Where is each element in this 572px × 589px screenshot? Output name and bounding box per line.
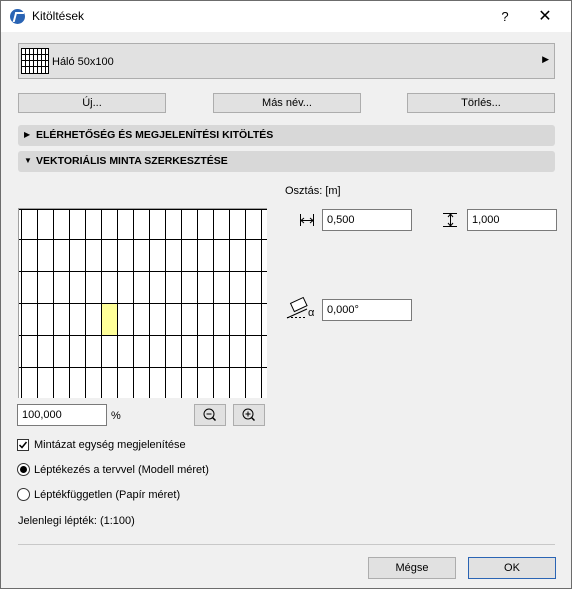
title-bar: Kitöltések ? ✕: [1, 1, 571, 32]
delete-button[interactable]: Törlés...: [407, 93, 555, 113]
horizontal-spacing-input[interactable]: 0,500: [322, 209, 412, 231]
zoom-out-icon: [203, 408, 217, 422]
pattern-unit-highlight: [102, 303, 118, 335]
spacing-label: Osztás: [m]: [285, 185, 341, 197]
scale-paper-radio[interactable]: [17, 488, 30, 501]
scale-model-radio[interactable]: [17, 463, 30, 476]
zoom-in-icon: [242, 408, 256, 422]
section-vector-pattern[interactable]: ▼ VEKTORIÁLIS MINTA SZERKESZTÉSE: [18, 151, 555, 172]
new-button[interactable]: Új...: [18, 93, 166, 113]
window-title: Kitöltések: [32, 9, 85, 23]
show-unit-label[interactable]: Mintázat egység megjelenítése: [34, 439, 186, 451]
checkmark-icon: [18, 441, 28, 449]
zoom-in-button[interactable]: [233, 404, 265, 426]
current-scale-text: Jelenlegi lépték: (1:100): [18, 515, 135, 527]
footer-divider: [18, 544, 555, 545]
zoom-unit: %: [111, 410, 121, 422]
fill-type-selector[interactable]: Háló 50x100 ▶: [18, 43, 555, 79]
scale-paper-label[interactable]: Léptékfüggetlen (Papír méret): [34, 489, 180, 501]
fill-preview-icon: [21, 48, 49, 74]
show-unit-checkbox[interactable]: [17, 439, 29, 451]
chevron-right-icon: ▶: [542, 54, 549, 64]
scale-model-label[interactable]: Léptékezés a tervvel (Modell méret): [34, 464, 209, 476]
horizontal-spacing-icon: [298, 211, 316, 229]
chevron-right-icon: ▶: [24, 130, 31, 139]
section-availability[interactable]: ▶ ELÉRHETŐSÉG ÉS MEGJELENÍTÉSI KITÖLTÉS: [18, 125, 555, 146]
rename-button[interactable]: Más név...: [213, 93, 361, 113]
vertical-spacing-input[interactable]: 1,000: [467, 209, 557, 231]
fill-name: Háló 50x100: [52, 56, 114, 68]
ok-button[interactable]: OK: [468, 557, 556, 579]
vertical-spacing-icon: [441, 211, 459, 229]
pattern-preview[interactable]: [18, 208, 267, 398]
section-vector-pattern-label: VEKTORIÁLIS MINTA SZERKESZTÉSE: [36, 155, 228, 167]
app-logo-icon: [10, 9, 25, 24]
angle-symbol: α: [308, 307, 315, 319]
fills-dialog: Kitöltések ? ✕ Háló 50x100 ▶ Új... Más n…: [0, 0, 572, 589]
close-button[interactable]: ✕: [534, 6, 556, 28]
help-button[interactable]: ?: [494, 6, 516, 28]
zoom-input[interactable]: 100,000: [17, 404, 107, 426]
angle-input[interactable]: 0,000°: [322, 299, 412, 321]
angle-icon: α: [285, 295, 319, 321]
zoom-out-button[interactable]: [194, 404, 226, 426]
cancel-button[interactable]: Mégse: [368, 557, 456, 579]
section-availability-label: ELÉRHETŐSÉG ÉS MEGJELENÍTÉSI KITÖLTÉS: [36, 129, 274, 141]
chevron-down-icon: ▼: [24, 156, 32, 165]
